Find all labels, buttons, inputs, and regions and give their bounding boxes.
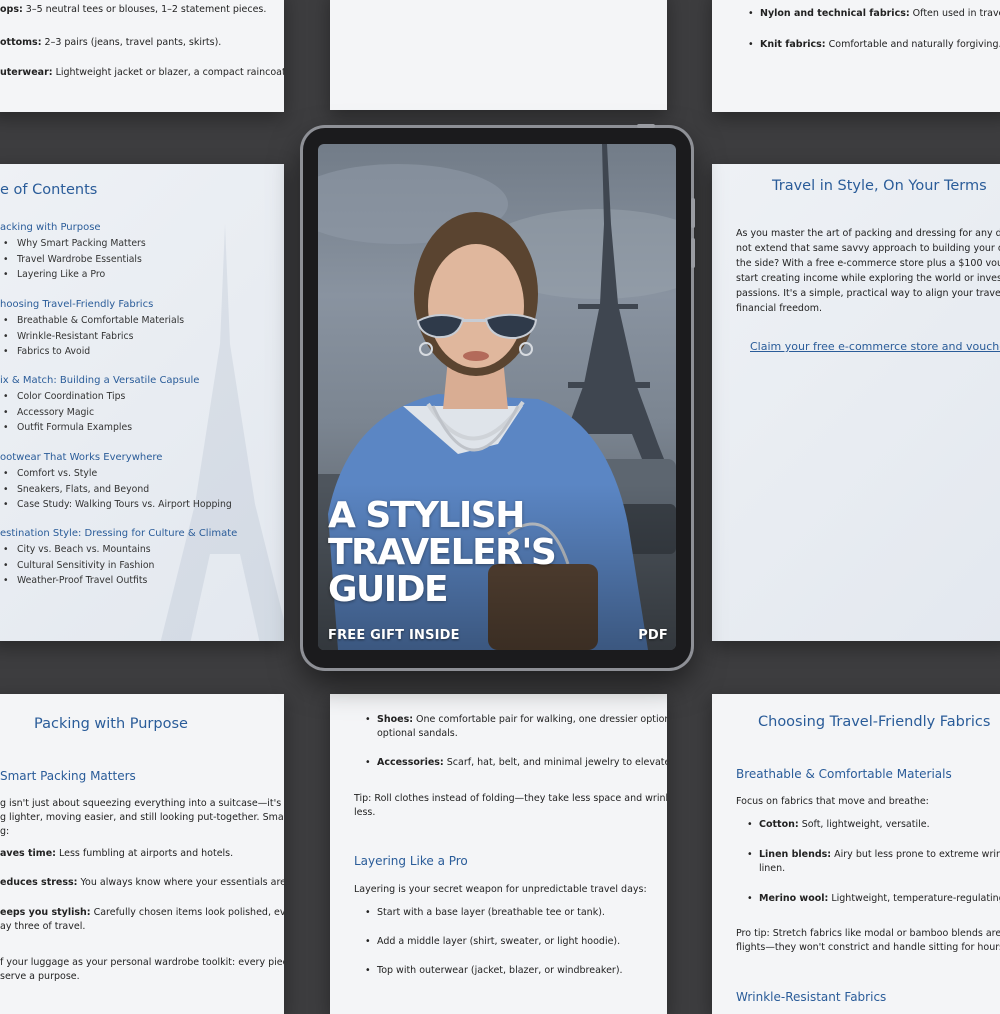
shoes-cont: optional sandals. xyxy=(377,728,458,739)
toc-item[interactable]: Travel Wardrobe Essentials xyxy=(3,254,142,265)
toc-item[interactable]: Case Study: Walking Tours vs. Airport Ho… xyxy=(3,499,232,510)
claim-store-link[interactable]: Claim your free e-commerce store and vou… xyxy=(750,340,1000,353)
travel-style-line: the side? With a free e-commerce store p… xyxy=(736,258,1000,269)
knit-item: • Knit fabrics: Comfortable and naturally… xyxy=(748,39,1000,50)
cover-title-line: TRAVELER'S xyxy=(328,532,557,573)
toc-section-1[interactable]: acking with Purpose xyxy=(0,222,101,233)
volume-button xyxy=(691,198,695,228)
page-wardrobe-essentials-top: ops: 3–5 neutral tees or blouses, 1–2 st… xyxy=(0,0,284,112)
layering-item: • Top with outerwear (jacket, blazer, or … xyxy=(365,965,623,976)
toc-item[interactable]: Layering Like a Pro xyxy=(3,269,105,280)
layering-heading: Layering Like a Pro xyxy=(354,854,468,868)
free-gift-label: FREE GIFT INSIDE xyxy=(328,628,460,643)
fabric-item: • Linen blends: Airy but less prone to ex… xyxy=(747,849,1000,860)
travel-style-line: financial freedom. xyxy=(736,303,823,314)
bottoms-item: ottoms: 2–3 pairs (jeans, travel pants, … xyxy=(0,37,222,48)
fabric-item: • Cotton: Soft, lightweight, versatile. xyxy=(747,819,930,830)
page-fabrics-top: • Nylon and technical fabrics: Often used… xyxy=(712,0,1000,112)
toc-item[interactable]: Cultural Sensitivity in Fashion xyxy=(3,560,154,571)
toc-item[interactable]: Accessory Magic xyxy=(3,407,94,418)
travel-style-line: not extend that same savvy approach to b… xyxy=(736,243,1000,254)
packing-point: aves time: Less fumbling at airports and… xyxy=(0,848,234,859)
toc-item[interactable]: Weather-Proof Travel Outfits xyxy=(3,575,147,586)
cover-title-line: GUIDE xyxy=(328,569,449,610)
packing-point-cont: ay three of travel. xyxy=(0,921,86,932)
layering-intro: Layering is your secret weapon for unpre… xyxy=(354,884,647,895)
toc-section-4[interactable]: ootwear That Works Everywhere xyxy=(0,452,162,463)
wrinkle-heading: Wrinkle-Resistant Fabrics xyxy=(736,990,887,1004)
roll-tip: less. xyxy=(354,807,376,818)
tablet-device: A STYLISH TRAVELER'S GUIDE FREE GIFT INS… xyxy=(303,124,695,668)
roll-tip: Tip: Roll clothes instead of folding—the… xyxy=(354,793,667,804)
fabric-item-cont: linen. xyxy=(759,863,786,874)
page-layering: • Shoes: One comfortable pair for walking… xyxy=(330,694,667,1014)
packing-outro: serve a purpose. xyxy=(0,971,80,982)
page-travel-in-style: Travel in Style, On Your Terms As you ma… xyxy=(712,164,1000,641)
toc-item[interactable]: Fabrics to Avoid xyxy=(3,346,90,357)
pdf-label: PDF xyxy=(638,628,668,643)
toc-item[interactable]: Outfit Formula Examples xyxy=(3,422,132,433)
cover-title: A STYLISH TRAVELER'S GUIDE xyxy=(328,497,668,608)
travel-style-title: Travel in Style, On Your Terms xyxy=(772,178,987,194)
cover-title-line: A STYLISH xyxy=(328,495,525,536)
cover-screen[interactable]: A STYLISH TRAVELER'S GUIDE FREE GIFT INS… xyxy=(318,144,676,650)
toc-item[interactable]: Sneakers, Flats, and Beyond xyxy=(3,484,149,495)
toc-item[interactable]: Breathable & Comfortable Materials xyxy=(3,315,184,326)
fabrics-title: Choosing Travel-Friendly Fabrics xyxy=(758,714,991,730)
packing-intro: g lighter, moving easier, and still look… xyxy=(0,812,284,823)
accessories-item: • Accessories: Scarf, hat, belt, and mini… xyxy=(365,757,667,768)
fabrics-subtitle: Breathable & Comfortable Materials xyxy=(736,767,952,781)
packing-point: educes stress: You always know where you… xyxy=(0,877,284,888)
fabrics-tip: flights—they won't constrict and handle … xyxy=(736,942,1000,953)
fabrics-intro: Focus on fabrics that move and breathe: xyxy=(736,796,929,807)
tablet-camera xyxy=(637,124,655,128)
eiffel-watermark xyxy=(160,224,284,641)
travel-style-line: start creating income while exploring th… xyxy=(736,273,1000,284)
toc-item[interactable]: Why Smart Packing Matters xyxy=(3,238,146,249)
page-blank-top xyxy=(330,0,667,110)
toc-item[interactable]: Color Coordination Tips xyxy=(3,391,125,402)
toc-item[interactable]: Comfort vs. Style xyxy=(3,468,97,479)
fabric-item: • Merino wool: Lightweight, temperature-r… xyxy=(747,893,1000,904)
layering-item: • Add a middle layer (shirt, sweater, or … xyxy=(365,936,621,947)
travel-style-line: passions. It's a simple, practical way t… xyxy=(736,288,1000,299)
page-table-of-contents: e of Contents acking with Purpose Why Sm… xyxy=(0,164,284,641)
toc-section-5[interactable]: estination Style: Dressing for Culture &… xyxy=(0,528,237,539)
packing-title: Packing with Purpose xyxy=(34,716,188,732)
toc-section-3[interactable]: ix & Match: Building a Versatile Capsule xyxy=(0,375,199,386)
volume-button xyxy=(691,238,695,268)
page-choosing-fabrics: Choosing Travel-Friendly Fabrics Breatha… xyxy=(712,694,1000,1014)
toc-item[interactable]: Wrinkle-Resistant Fabrics xyxy=(3,331,133,342)
page-packing-with-purpose: Packing with Purpose Smart Packing Matte… xyxy=(0,694,284,1014)
outerwear-item: uterwear: Lightweight jacket or blazer, … xyxy=(0,67,284,78)
packing-subtitle: Smart Packing Matters xyxy=(0,769,136,783)
nylon-item: • Nylon and technical fabrics: Often used… xyxy=(748,8,1000,19)
toc-section-2[interactable]: hoosing Travel-Friendly Fabrics xyxy=(0,299,153,310)
toc-item[interactable]: City vs. Beach vs. Mountains xyxy=(3,544,151,555)
layering-item: • Start with a base layer (breathable tee… xyxy=(365,907,605,918)
tops-item: ops: 3–5 neutral tees or blouses, 1–2 st… xyxy=(0,2,266,18)
packing-intro: g: xyxy=(0,826,10,837)
toc-title: e of Contents xyxy=(0,182,98,198)
travel-style-line: As you master the art of packing and dre… xyxy=(736,228,1000,239)
